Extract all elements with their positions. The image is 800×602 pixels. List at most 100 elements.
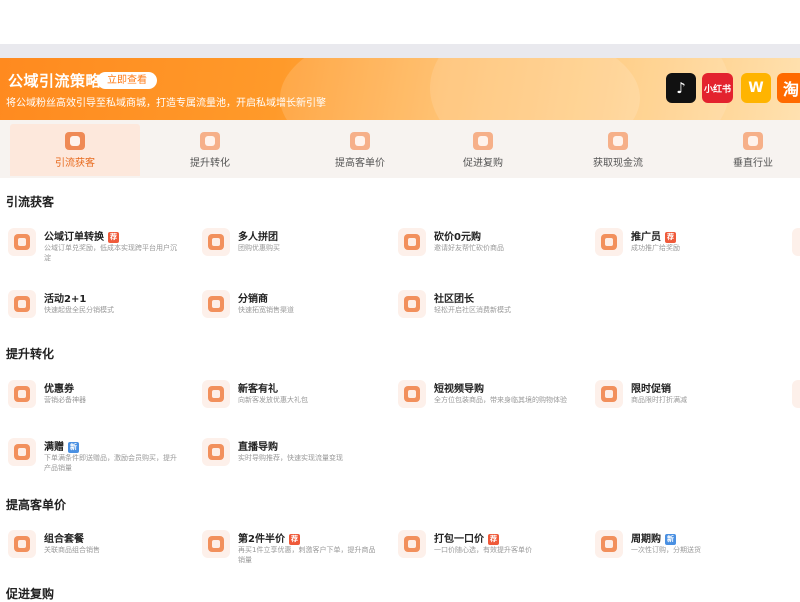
feature-name: 组合套餐 bbox=[44, 534, 84, 545]
taobao-icon[interactable]: 淘 bbox=[777, 73, 800, 103]
cart-icon bbox=[473, 132, 493, 150]
feature-item[interactable]: 直播导购 实时导购推荐，快速实现流量变现 bbox=[202, 436, 392, 480]
feature-item[interactable]: 多人拼团 团购优惠购买 bbox=[202, 226, 392, 270]
tab-label: 提高客单价 bbox=[335, 158, 385, 169]
feature-item[interactable]: 推广员荐 成功推广给奖励 bbox=[595, 226, 785, 270]
feature-name: 分销商 bbox=[238, 294, 268, 305]
feature-name: 直播导购 bbox=[238, 442, 278, 453]
document-icon bbox=[743, 132, 763, 150]
order-convert-icon bbox=[8, 228, 36, 256]
feature-name: 多人拼团 bbox=[238, 232, 278, 243]
distributor-icon bbox=[202, 290, 230, 318]
feature-desc: 下单满条件即送赠品，激励会员购买，提升产品销量 bbox=[44, 454, 177, 472]
new-badge: 新 bbox=[68, 442, 79, 453]
recommend-badge: 荐 bbox=[108, 232, 119, 243]
feature-name: 周期购 bbox=[631, 534, 661, 545]
feature-item[interactable]: 满赠新 下单满条件即送赠品，激励会员购买，提升产品销量 bbox=[8, 436, 198, 480]
feature-desc: 公域订单兑奖励，低成本实现跨平台用户沉淀 bbox=[44, 244, 177, 262]
package-icon bbox=[8, 530, 36, 558]
feature-item[interactable]: 打包一口价荐 一口价随心选，有效提升客单价 bbox=[398, 528, 588, 572]
feature-name: 公域订单转换 bbox=[44, 232, 104, 243]
feature-desc: 关联商品组合销售 bbox=[44, 546, 100, 554]
coupon-icon bbox=[8, 380, 36, 408]
wallet-icon bbox=[608, 132, 628, 150]
feature-desc: 一口价随心选，有效提升客单价 bbox=[434, 546, 532, 554]
recommend-badge: 荐 bbox=[665, 232, 676, 243]
tab-label: 引流获客 bbox=[55, 158, 95, 169]
banner-title: 公域引流策略 bbox=[8, 72, 102, 90]
feature-desc: 成功推广给奖励 bbox=[631, 244, 680, 252]
community-leader-icon bbox=[398, 290, 426, 318]
feature-item[interactable]: 第2件半价荐 再买1件立享优惠，刺激客户下单，提升商品销量 bbox=[202, 528, 392, 572]
section-title: 促进复购 bbox=[6, 587, 55, 601]
tab-label: 获取现金流 bbox=[593, 158, 643, 169]
gift-box-icon bbox=[8, 438, 36, 466]
feature-desc: 商品限时打折满减 bbox=[631, 396, 687, 404]
tab-vertical-industry[interactable]: 垂直行业 bbox=[688, 124, 800, 176]
section-title: 引流获客 bbox=[6, 195, 55, 209]
feature-desc: 邀请好友帮忙砍价商品 bbox=[434, 244, 504, 252]
feature-item[interactable]: 优惠券 营销必备神器 bbox=[8, 378, 198, 422]
tab-repurchase[interactable]: 促进复购 bbox=[418, 124, 548, 176]
feature-item[interactable]: 活动2+1 快速起盘全民分销模式 bbox=[8, 288, 198, 332]
feature-desc: 全方位包装商品，带来身临其境的购物体验 bbox=[434, 396, 567, 404]
feature-desc: 快速拓宽销售渠道 bbox=[238, 306, 294, 314]
feature-name: 短视频导购 bbox=[434, 384, 484, 395]
feature-item[interactable]: 社区团长 轻松开启社区消费新模式 bbox=[398, 288, 588, 332]
partial-item-icon bbox=[792, 228, 800, 256]
tab-traffic-acquisition[interactable]: 引流获客 bbox=[10, 124, 140, 176]
feature-name: 推广员 bbox=[631, 232, 661, 243]
feature-desc: 一次性订购，分期送货 bbox=[631, 546, 701, 554]
section-title: 提升转化 bbox=[6, 347, 55, 361]
video-play-icon bbox=[398, 380, 426, 408]
live-stream-icon bbox=[202, 438, 230, 466]
feature-name: 社区团长 bbox=[434, 294, 474, 305]
tab-cash-flow[interactable]: 获取现金流 bbox=[553, 124, 683, 176]
feature-name: 优惠券 bbox=[44, 384, 74, 395]
feature-desc: 向新客发放优惠大礼包 bbox=[238, 396, 308, 404]
feature-desc: 快速起盘全民分销模式 bbox=[44, 306, 114, 314]
feature-item[interactable]: 周期购新 一次性订购，分期送货 bbox=[595, 528, 785, 572]
cycle-icon bbox=[595, 530, 623, 558]
tab-label: 提升转化 bbox=[190, 158, 230, 169]
feature-name: 满赠 bbox=[44, 442, 64, 453]
discount-icon bbox=[595, 380, 623, 408]
tab-label: 垂直行业 bbox=[733, 158, 773, 169]
feature-desc: 营销必备神器 bbox=[44, 396, 86, 404]
feature-item[interactable]: 组合套餐 关联商品组合销售 bbox=[8, 528, 198, 572]
coin-icon bbox=[350, 132, 370, 150]
top-bar bbox=[0, 0, 800, 44]
megaphone-icon bbox=[595, 228, 623, 256]
feature-name: 第2件半价 bbox=[238, 534, 285, 545]
feature-item[interactable]: 分销商 快速拓宽销售渠道 bbox=[202, 288, 392, 332]
section-title: 提高客单价 bbox=[6, 498, 67, 512]
top-gap bbox=[0, 44, 800, 58]
percent-icon bbox=[202, 530, 230, 558]
recommend-badge: 荐 bbox=[488, 534, 499, 545]
feature-item[interactable]: 短视频导购 全方位包装商品，带来身临其境的购物体验 bbox=[398, 378, 588, 422]
feature-name: 限时促销 bbox=[631, 384, 671, 395]
tab-label: 促进复购 bbox=[463, 158, 503, 169]
tab-order-value[interactable]: 提高客单价 bbox=[295, 124, 425, 176]
feature-name: 砍价0元购 bbox=[434, 232, 481, 243]
feature-name: 活动2+1 bbox=[44, 294, 87, 305]
partial-item-icon bbox=[792, 380, 800, 408]
weibotang-icon[interactable]: W bbox=[741, 73, 771, 103]
feature-desc: 实时导购推荐，快速实现流量变现 bbox=[238, 454, 343, 462]
feature-desc: 团购优惠购买 bbox=[238, 244, 280, 252]
bargain-icon bbox=[398, 228, 426, 256]
tiktok-icon[interactable]: ♪ bbox=[666, 73, 696, 103]
feature-item[interactable]: 限时促销 商品限时打折满减 bbox=[595, 378, 785, 422]
feature-desc: 轻松开启社区消费新模式 bbox=[434, 306, 511, 314]
xiaohongshu-icon[interactable]: 小红书 bbox=[702, 73, 733, 103]
referral-icon bbox=[8, 290, 36, 318]
tab-conversion[interactable]: 提升转化 bbox=[145, 124, 275, 176]
target-icon bbox=[200, 132, 220, 150]
feature-item[interactable]: 砍价0元购 邀请好友帮忙砍价商品 bbox=[398, 226, 588, 270]
gift-icon bbox=[202, 380, 230, 408]
feature-item[interactable]: 新客有礼 向新客发放优惠大礼包 bbox=[202, 378, 392, 422]
feature-item[interactable]: 公域订单转换荐 公域订单兑奖励，低成本实现跨平台用户沉淀 bbox=[8, 226, 198, 270]
view-now-button[interactable]: 立即查看 bbox=[97, 72, 157, 89]
group-buy-icon bbox=[202, 228, 230, 256]
banner-subtitle: 将公域粉丝高效引导至私域商城，打造专属流量池，开启私域增长新引擎 bbox=[6, 98, 326, 109]
